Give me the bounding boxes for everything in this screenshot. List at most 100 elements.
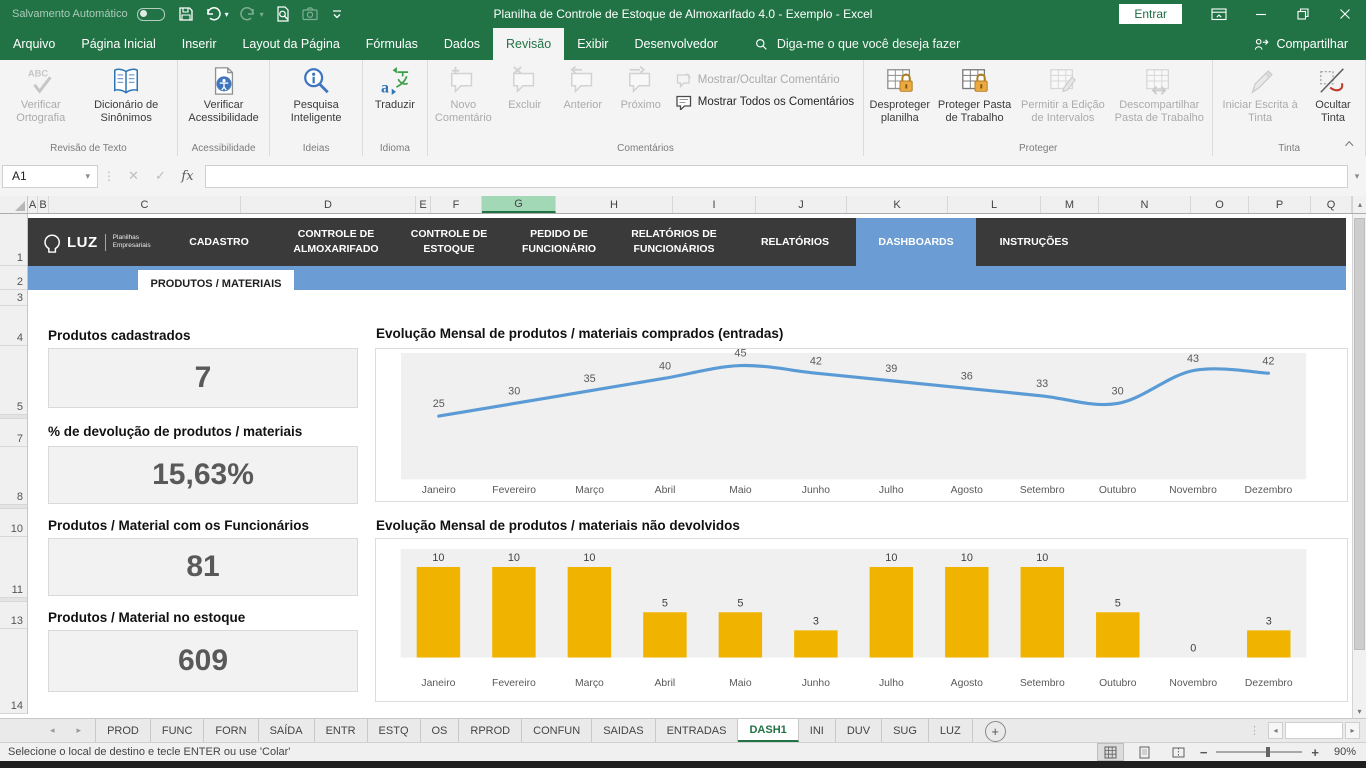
vertical-scroll-up-icon[interactable]: ▴ bbox=[1352, 196, 1366, 213]
nav-item-dashboards[interactable]: DASHBOARDS bbox=[856, 218, 976, 266]
nav-item-controle-de-estoque[interactable]: CONTROLE DE ESTOQUE bbox=[394, 218, 504, 266]
permitir-a-edicao-de-intervalos-button[interactable]: Permitir a Edição de Intervalos bbox=[1017, 64, 1110, 127]
expand-formula-bar-icon[interactable]: ▾ bbox=[1348, 171, 1366, 182]
close-icon[interactable] bbox=[1324, 0, 1366, 28]
sheet-tab-saidas[interactable]: SAIDAS bbox=[592, 719, 655, 742]
desproteger-planilha-button[interactable]: Desproteger planilha bbox=[867, 64, 932, 127]
sheet-tab-duv[interactable]: DUV bbox=[836, 719, 882, 742]
column-header-p[interactable]: P bbox=[1249, 196, 1311, 213]
zoom-slider-thumb[interactable] bbox=[1266, 747, 1270, 757]
row-header-2[interactable]: 2 bbox=[0, 266, 27, 290]
tab-dados[interactable]: Dados bbox=[431, 28, 493, 60]
descompartilhar-pasta-de-trabalho-button[interactable]: Descompartilhar Pasta de Trabalho bbox=[1109, 64, 1209, 127]
tab-formulas[interactable]: Fórmulas bbox=[353, 28, 431, 60]
column-header-q[interactable]: Q bbox=[1311, 196, 1352, 213]
sheet-scroll-left-icon[interactable]: ◂ bbox=[50, 725, 55, 736]
sheet-tab-ini[interactable]: INI bbox=[799, 719, 836, 742]
subtab-produtos-materiais[interactable]: PRODUTOS / MATERIAIS bbox=[138, 270, 294, 297]
column-header-h[interactable]: H bbox=[556, 196, 673, 213]
column-header-k[interactable]: K bbox=[847, 196, 948, 213]
nav-item-instrucoes[interactable]: INSTRUÇÕES bbox=[976, 218, 1092, 266]
save-icon[interactable] bbox=[178, 6, 194, 22]
vertical-scroll-down-icon[interactable]: ▾ bbox=[1353, 707, 1366, 716]
anterior-button[interactable]: Anterior bbox=[554, 64, 612, 114]
chart-bar[interactable]: 101010553101010503JaneiroFevereiroMarçoA… bbox=[375, 538, 1348, 702]
sheet-tab-func[interactable]: FUNC bbox=[151, 719, 205, 742]
horizontal-scroll-left-icon[interactable]: ◂ bbox=[1268, 722, 1283, 739]
row-header-13[interactable]: 13 bbox=[0, 602, 27, 629]
row-header-11[interactable]: 11 bbox=[0, 537, 27, 598]
normal-view-icon[interactable] bbox=[1098, 744, 1123, 760]
horizontal-scrollbar-thumb[interactable] bbox=[1285, 722, 1343, 739]
sheet-tab-sug[interactable]: SUG bbox=[882, 719, 929, 742]
row-header-3[interactable]: 3 bbox=[0, 290, 27, 306]
minimize-icon[interactable] bbox=[1240, 0, 1282, 28]
column-header-n[interactable]: N bbox=[1099, 196, 1191, 213]
camera-icon[interactable] bbox=[302, 6, 318, 22]
mostrar-ocultar-comentario-button[interactable]: Mostrar/Ocultar Comentário bbox=[676, 72, 854, 88]
verificar-acessibilidade-button[interactable]: Verificar Acessibilidade bbox=[181, 64, 267, 127]
column-header-c[interactable]: C bbox=[49, 196, 241, 213]
tab-exibir[interactable]: Exibir bbox=[564, 28, 621, 60]
ocultar-tinta-button[interactable]: Ocultar Tinta bbox=[1304, 64, 1362, 127]
column-header-e[interactable]: E bbox=[416, 196, 431, 213]
pesquisa-inteligente-button[interactable]: Pesquisa Inteligente bbox=[273, 64, 359, 127]
iniciar-escrita-a-tinta-button[interactable]: Iniciar Escrita à Tinta bbox=[1216, 64, 1304, 127]
insert-function-icon[interactable]: fx bbox=[174, 169, 201, 184]
horizontal-scroll-right-icon[interactable]: ▸ bbox=[1345, 722, 1360, 739]
collapse-ribbon-icon[interactable] bbox=[1343, 139, 1357, 151]
nav-item-cadastro[interactable]: CADASTRO bbox=[160, 218, 278, 266]
row-header-8[interactable]: 8 bbox=[0, 447, 27, 505]
name-box[interactable]: A1 ▾ bbox=[2, 165, 98, 188]
proximo-button[interactable]: Próximo bbox=[612, 64, 670, 114]
select-all-corner[interactable] bbox=[0, 196, 28, 213]
row-header-7[interactable]: 7 bbox=[0, 419, 27, 447]
sheet-tab-saida[interactable]: SAÍDA bbox=[259, 719, 315, 742]
mostrar-todos-os-comentarios-button[interactable]: Mostrar Todos os Comentários bbox=[676, 94, 854, 110]
print-preview-icon[interactable] bbox=[275, 6, 291, 22]
row-header-10[interactable]: 10 bbox=[0, 509, 27, 537]
formula-input[interactable] bbox=[205, 165, 1348, 188]
page-break-view-icon[interactable] bbox=[1166, 744, 1191, 760]
excluir-button[interactable]: Excluir bbox=[496, 64, 554, 114]
redo-caret-icon[interactable]: ▾ bbox=[260, 10, 264, 19]
sheet-tab-rprod[interactable]: RPROD bbox=[459, 719, 522, 742]
tell-me-search[interactable]: Diga-me o que você deseja fazer bbox=[755, 28, 960, 60]
row-header-4[interactable]: 4 bbox=[0, 306, 27, 346]
column-header-i[interactable]: I bbox=[673, 196, 756, 213]
verificar-ortografia-button[interactable]: ABCVerificar Ortografia bbox=[3, 64, 79, 127]
tab-revisao[interactable]: Revisão bbox=[493, 28, 564, 60]
column-header-a[interactable]: A bbox=[28, 196, 38, 213]
dicionario-de-sinonimos-button[interactable]: Dicionário de Sinônimos bbox=[79, 64, 174, 127]
column-header-d[interactable]: D bbox=[241, 196, 416, 213]
column-header-m[interactable]: M bbox=[1041, 196, 1099, 213]
zoom-slider[interactable] bbox=[1216, 751, 1302, 753]
column-header-b[interactable]: B bbox=[38, 196, 49, 213]
undo-icon[interactable] bbox=[205, 6, 221, 22]
row-header-1[interactable]: 1 bbox=[0, 214, 27, 266]
sheet-tab-forn[interactable]: FORN bbox=[204, 719, 258, 742]
tab-split-handle[interactable]: ⋮ bbox=[1249, 724, 1260, 737]
tab-pagina-inicial[interactable]: Página Inicial bbox=[68, 28, 168, 60]
column-header-j[interactable]: J bbox=[756, 196, 847, 213]
autosave-toggle[interactable] bbox=[137, 8, 165, 21]
proteger-pasta-de-trabalho-button[interactable]: Proteger Pasta de Trabalho bbox=[933, 64, 1017, 127]
share-button[interactable]: Compartilhar bbox=[1254, 28, 1366, 60]
new-sheet-icon[interactable]: + bbox=[985, 721, 1006, 742]
cancel-entry-icon[interactable]: ✕ bbox=[120, 168, 147, 184]
sheet-tab-prod[interactable]: PROD bbox=[95, 719, 151, 742]
sheet-tab-os[interactable]: OS bbox=[421, 719, 460, 742]
tab-desenvolvedor[interactable]: Desenvolvedor bbox=[621, 28, 730, 60]
horizontal-scrollbar[interactable]: ⋮ ◂ ▸ bbox=[1249, 719, 1366, 742]
vertical-scrollbar-thumb[interactable] bbox=[1354, 218, 1365, 650]
sheet-tab-confun[interactable]: CONFUN bbox=[522, 719, 592, 742]
tab-arquivo[interactable]: Arquivo bbox=[0, 28, 68, 60]
nav-item-controle-de-almoxarifado[interactable]: CONTROLE DE ALMOXARIFADO bbox=[278, 218, 394, 266]
row-header-5[interactable]: 5 bbox=[0, 346, 27, 415]
sheet-tab-entr[interactable]: ENTR bbox=[315, 719, 368, 742]
column-header-l[interactable]: L bbox=[948, 196, 1041, 213]
sheet-tab-dash1[interactable]: DASH1 bbox=[738, 719, 798, 742]
sign-in-button[interactable]: Entrar bbox=[1119, 4, 1182, 24]
name-box-caret-icon[interactable]: ▾ bbox=[78, 171, 97, 182]
sheet-tab-estq[interactable]: ESTQ bbox=[368, 719, 421, 742]
